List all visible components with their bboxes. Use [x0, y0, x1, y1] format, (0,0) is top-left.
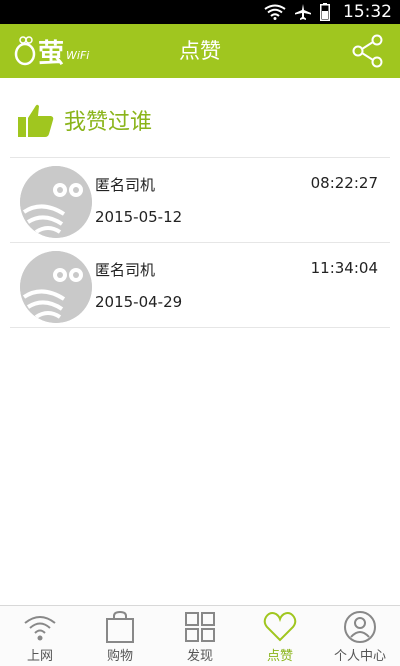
like-list: 匿名司机 08:22:27 2015-05-12 匿名司机 11:34:04 2… — [0, 158, 400, 328]
airplane-icon — [295, 4, 311, 20]
nav-item-shopping[interactable]: 购物 — [80, 606, 160, 666]
firefly-logo-icon — [14, 36, 36, 66]
shopping-bag-icon — [106, 610, 134, 643]
like-time: 08:22:27 — [310, 174, 378, 192]
avatar — [20, 166, 92, 238]
wifi-icon — [24, 616, 56, 641]
share-icon[interactable] — [350, 33, 386, 69]
section-header: 我赞过谁 — [18, 100, 152, 140]
status-icons — [264, 3, 330, 21]
bottom-nav: 上网 购物 发现 点赞 个人中心 — [0, 605, 400, 666]
nav-label: 发现 — [186, 649, 213, 664]
like-date: 2015-05-12 — [95, 208, 183, 226]
default-avatar-icon — [20, 251, 92, 323]
battery-icon — [320, 3, 330, 21]
status-bar: 15:32 — [0, 0, 400, 24]
app-logo[interactable]: 萤 WiFi — [14, 32, 89, 70]
nav-label: 个人中心 — [333, 649, 386, 664]
list-item[interactable]: 匿名司机 08:22:27 2015-05-12 — [10, 158, 390, 243]
grid-icon — [185, 612, 215, 642]
user-name: 匿名司机 — [95, 261, 156, 279]
nav-label: 购物 — [106, 649, 133, 664]
nav-item-internet[interactable]: 上网 — [0, 606, 80, 666]
status-time: 15:32 — [343, 2, 392, 22]
heart-icon — [263, 612, 297, 642]
like-time: 11:34:04 — [310, 259, 378, 277]
list-item[interactable]: 匿名司机 11:34:04 2015-04-29 — [10, 243, 390, 328]
default-avatar-icon — [20, 166, 92, 238]
user-icon — [344, 611, 376, 643]
section-title: 我赞过谁 — [64, 110, 153, 135]
nav-item-likes[interactable]: 点赞 — [240, 606, 320, 666]
nav-item-profile[interactable]: 个人中心 — [320, 606, 400, 666]
nav-label: 点赞 — [266, 649, 293, 664]
logo-text: 萤 — [38, 38, 65, 69]
thumbs-up-icon — [18, 104, 54, 137]
app-header: 萤 WiFi 点赞 — [0, 24, 400, 78]
nav-item-discover[interactable]: 发现 — [160, 606, 240, 666]
avatar — [20, 251, 92, 323]
logo-subtext: WiFi — [66, 48, 90, 62]
user-name: 匿名司机 — [95, 176, 156, 194]
like-date: 2015-04-29 — [95, 293, 183, 311]
nav-label: 上网 — [26, 649, 53, 664]
wifi-status-icon — [264, 4, 286, 20]
